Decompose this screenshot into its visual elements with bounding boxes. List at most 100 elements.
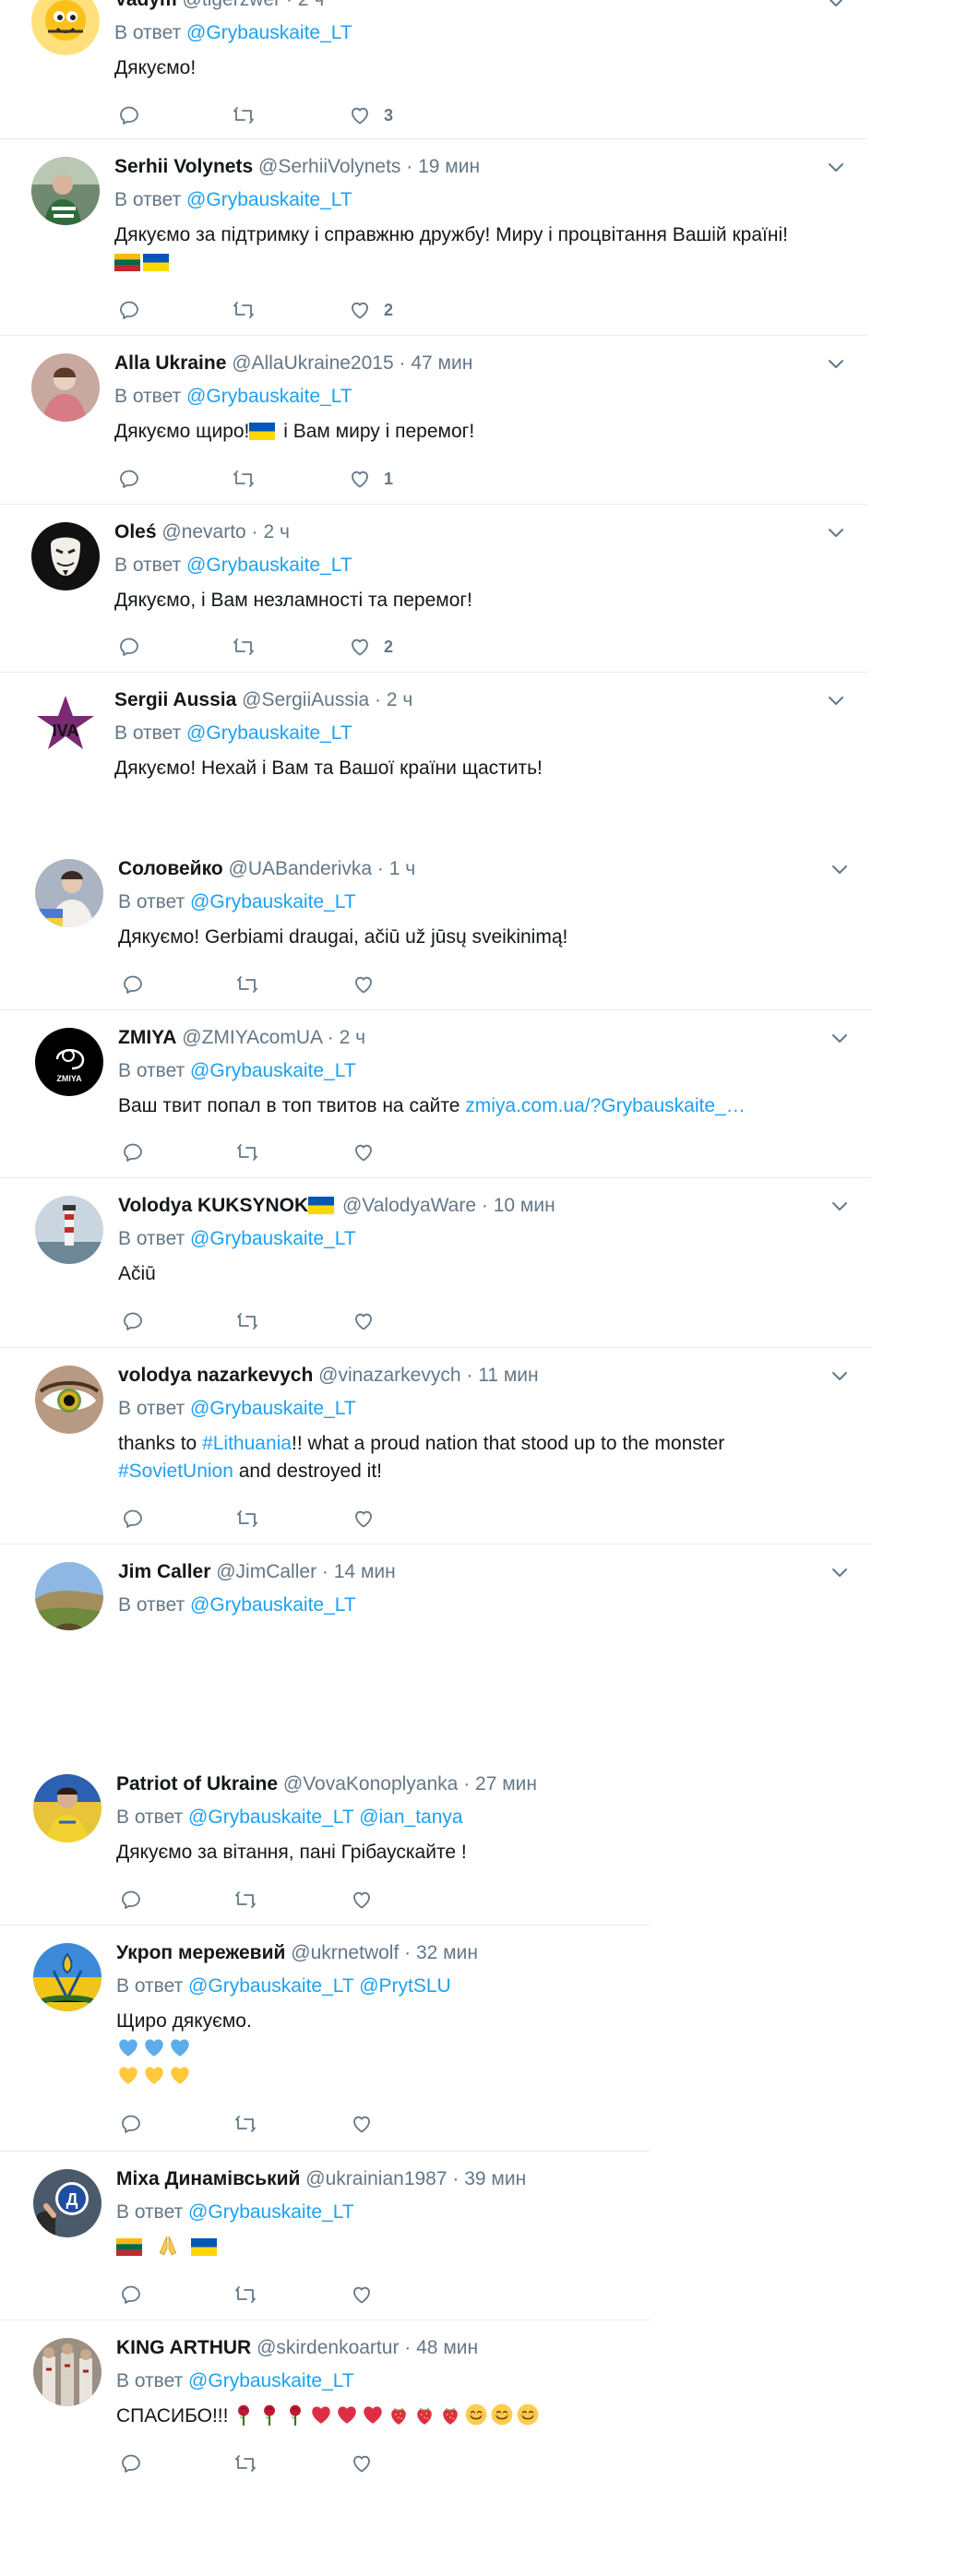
chevron-down-icon[interactable]: [827, 161, 845, 174]
mention-link[interactable]: @Grybauskaite_LT: [188, 1807, 353, 1828]
timestamp[interactable]: 2 ч: [263, 521, 289, 543]
chevron-down-icon[interactable]: [827, 0, 845, 9]
like-button[interactable]: 2: [349, 297, 393, 323]
timestamp[interactable]: 47 мин: [411, 352, 472, 374]
user-name[interactable]: Alla Ukraine: [114, 352, 226, 374]
timestamp[interactable]: 2 ч: [340, 1027, 365, 1048]
avatar[interactable]: [33, 1943, 101, 2011]
avatar[interactable]: [35, 1366, 103, 1434]
user-name[interactable]: Volodya KUKSYNOK: [118, 1195, 308, 1216]
user-name[interactable]: Oleś: [114, 521, 157, 543]
user-handle[interactable]: @AllaUkraine2015: [232, 352, 393, 374]
hashtag-link[interactable]: #Lithuania: [202, 1433, 292, 1454]
chevron-down-icon[interactable]: [827, 695, 845, 708]
timestamp[interactable]: 11 мин: [478, 1365, 538, 1386]
user-handle[interactable]: @JimCaller: [216, 1561, 316, 1582]
tweet[interactable]: Jim Caller @JimCaller · 14 мин В ответ @…: [0, 1544, 871, 1737]
tweet[interactable]: Укроп мережевий @ukrnetwolf · 32 мин В о…: [0, 1925, 650, 2152]
chevron-down-icon[interactable]: [830, 1370, 849, 1383]
url-link[interactable]: zmiya.com.ua/?Grybauskaite_…: [465, 1095, 745, 1116]
retweet-button[interactable]: [236, 1506, 258, 1532]
tweet[interactable]: Oleś @nevarto · 2 ч В ответ @Grybauskait…: [0, 504, 867, 673]
user-name[interactable]: volodya nazarkevych: [118, 1365, 313, 1386]
chevron-down-icon[interactable]: [830, 1567, 849, 1580]
user-name[interactable]: ZMIYA: [118, 1027, 176, 1048]
user-handle[interactable]: @ZMIYAcomUA: [182, 1027, 322, 1048]
like-button[interactable]: 2: [349, 634, 393, 660]
tweet[interactable]: volodya nazarkevych @vinazarkevych · 11 …: [0, 1347, 871, 1544]
tweet[interactable]: Patriot of Ukraine @VovaKonoplyanka · 27…: [0, 1737, 650, 1926]
avatar[interactable]: [35, 859, 103, 927]
avatar[interactable]: [35, 1562, 103, 1630]
like-button[interactable]: [352, 1506, 375, 1532]
user-name[interactable]: Patriot of Ukraine: [116, 1773, 278, 1795]
timestamp[interactable]: 2 ч: [387, 689, 412, 710]
avatar[interactable]: [31, 0, 100, 55]
user-name[interactable]: Sergii Aussia: [114, 689, 236, 710]
tweet[interactable]: Vadym @tigerzwer · 2 ч В ответ @Grybausk…: [0, 0, 867, 139]
timestamp[interactable]: 1 ч: [389, 858, 415, 879]
avatar[interactable]: IVA: [31, 690, 100, 758]
retweet-button[interactable]: [233, 466, 255, 492]
mention-link[interactable]: @Grybauskaite_LT: [190, 1398, 356, 1419]
tweet[interactable]: IVA Sergii Aussia @SergiiAussia · 2 ч В …: [0, 672, 867, 841]
retweet-button[interactable]: [236, 1308, 258, 1334]
chevron-down-icon[interactable]: [830, 864, 849, 877]
like-button[interactable]: [351, 2282, 373, 2308]
mention-link[interactable]: @PrytSLU: [359, 1975, 451, 1997]
timestamp[interactable]: 32 мин: [416, 1942, 478, 1963]
user-name[interactable]: Соловейко: [118, 858, 223, 879]
timestamp[interactable]: 27 мин: [475, 1773, 537, 1795]
reply-button[interactable]: [120, 2451, 142, 2476]
user-handle[interactable]: @SergiiAussia: [242, 689, 369, 710]
user-handle[interactable]: @tigerzwer: [183, 0, 281, 10]
tweet[interactable]: Д Міха Динамівський @ukrainian1987 · 39 …: [0, 2151, 650, 2320]
mention-link[interactable]: @Grybauskaite_LT: [186, 386, 352, 407]
like-button[interactable]: [352, 972, 375, 997]
timestamp[interactable]: 2 ч: [298, 0, 324, 10]
like-button[interactable]: [351, 2111, 373, 2137]
retweet-button[interactable]: [234, 1887, 257, 1913]
chevron-down-icon[interactable]: [827, 527, 845, 540]
retweet-button[interactable]: [236, 972, 258, 997]
user-name[interactable]: Міха Динамівський: [116, 2168, 300, 2189]
like-button[interactable]: 3: [349, 102, 393, 128]
user-handle[interactable]: @ukrnetwolf: [291, 1942, 399, 1963]
reply-button[interactable]: [118, 297, 140, 323]
mention-link[interactable]: @ian_tanya: [359, 1807, 462, 1828]
user-name[interactable]: KING ARTHUR: [116, 2337, 251, 2358]
reply-button[interactable]: [122, 972, 144, 997]
mention-link[interactable]: @Grybauskaite_LT: [188, 2370, 354, 2391]
avatar[interactable]: Д: [33, 2169, 101, 2237]
avatar[interactable]: [33, 2338, 101, 2406]
reply-button[interactable]: [122, 1139, 144, 1165]
reply-button[interactable]: [120, 2111, 142, 2137]
retweet-button[interactable]: [233, 102, 255, 128]
mention-link[interactable]: @Grybauskaite_LT: [186, 722, 352, 744]
user-handle[interactable]: @nevarto: [161, 521, 245, 543]
like-button[interactable]: [351, 1887, 373, 1913]
timestamp[interactable]: 39 мин: [464, 2168, 526, 2189]
avatar[interactable]: [31, 157, 100, 225]
like-button[interactable]: 1: [349, 466, 393, 492]
avatar[interactable]: [31, 353, 100, 422]
tweet[interactable]: KING ARTHUR @skirdenkoartur · 48 мин В о…: [0, 2320, 650, 2522]
tweet[interactable]: Serhii Volynets @SerhiiVolynets · 19 мин…: [0, 138, 867, 336]
reply-button[interactable]: [118, 466, 140, 492]
mention-link[interactable]: @Grybauskaite_LT: [186, 555, 352, 576]
retweet-button[interactable]: [234, 2451, 257, 2476]
mention-link[interactable]: @Grybauskaite_LT: [190, 1228, 356, 1249]
chevron-down-icon[interactable]: [830, 1032, 849, 1045]
user-handle[interactable]: @vinazarkevych: [318, 1365, 460, 1386]
reply-button[interactable]: [118, 634, 140, 660]
user-name[interactable]: Jim Caller: [118, 1561, 210, 1582]
mention-link[interactable]: @Grybauskaite_LT: [188, 1975, 353, 1997]
user-handle[interactable]: @VovaKonoplyanka: [283, 1773, 458, 1795]
tweet[interactable]: Alla Ukraine @AllaUkraine2015 · 47 мин В…: [0, 335, 867, 505]
timestamp[interactable]: 14 мин: [334, 1561, 396, 1582]
reply-button[interactable]: [122, 1308, 144, 1334]
user-handle[interactable]: @skirdenkoartur: [257, 2337, 399, 2358]
reply-button[interactable]: [122, 1506, 144, 1532]
reply-button[interactable]: [120, 1887, 142, 1913]
mention-link[interactable]: @Grybauskaite_LT: [186, 22, 352, 43]
